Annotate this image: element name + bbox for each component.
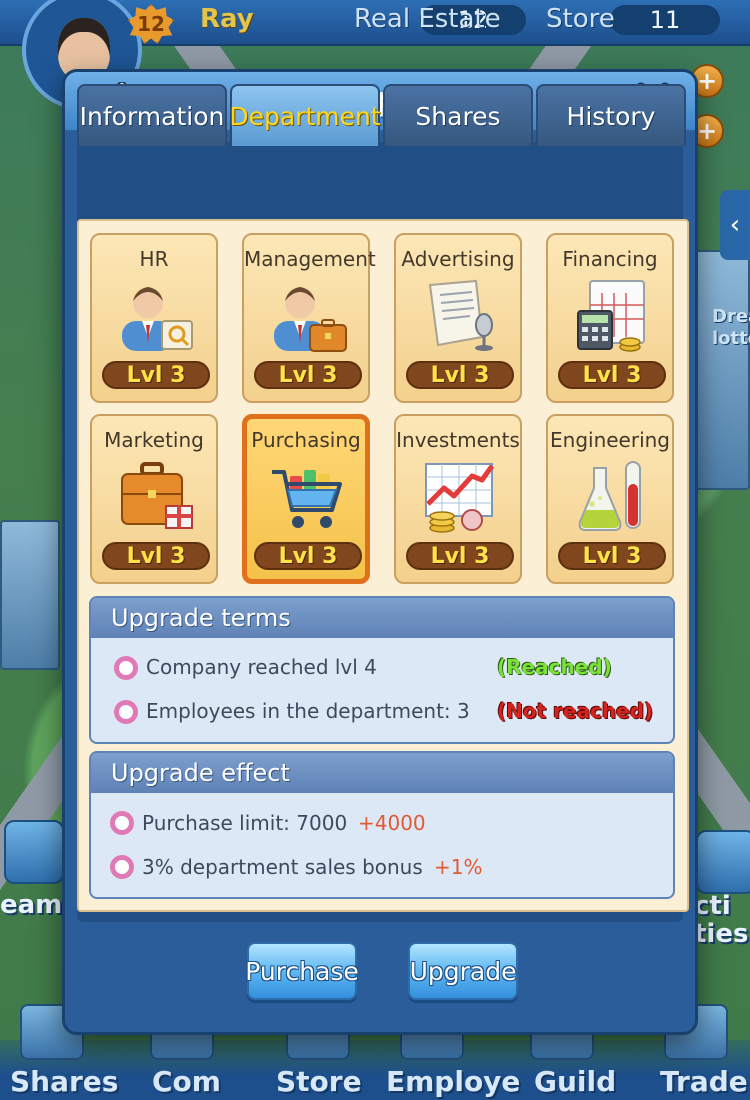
upgrade-term-text: Employees in the department: 3 bbox=[146, 699, 470, 723]
real-estate-label: Real Estate bbox=[354, 4, 501, 34]
upgrade-effect-text: 3% department sales bonus bbox=[142, 855, 423, 879]
purchase-button[interactable]: Purchase bbox=[245, 942, 359, 1000]
department-level: Lvl 3 bbox=[406, 361, 514, 389]
upgrade-effect-bonus: +4000 bbox=[358, 811, 426, 835]
upgrade-effect-text: Purchase limit: 7000 bbox=[142, 811, 348, 835]
department-card-marketing[interactable]: Marketing Lvl 3 bbox=[90, 414, 218, 584]
department-name: Engineering bbox=[550, 428, 670, 452]
department-name: Financing bbox=[562, 247, 658, 271]
scroll-microphone-icon bbox=[428, 279, 493, 351]
tab-shares[interactable]: Shares bbox=[383, 84, 533, 146]
background-building bbox=[690, 250, 750, 490]
right-side-feature-label: cti ties bbox=[694, 891, 749, 949]
department-level: Lvl 3 bbox=[558, 542, 666, 570]
left-side-feature-icon[interactable] bbox=[4, 820, 64, 884]
manager-briefcase-icon bbox=[274, 287, 347, 352]
calculator-calendar-icon bbox=[577, 280, 645, 352]
add-real-estate-button[interactable]: + bbox=[690, 64, 724, 98]
upgrade-button[interactable]: Upgrade bbox=[408, 942, 518, 1000]
department-card-hr[interactable]: HR Lvl 3 bbox=[90, 233, 218, 403]
department-card-purchasing[interactable]: Purchasing Lvl 3 bbox=[242, 414, 370, 584]
term-status-reached: (Reached) bbox=[497, 655, 612, 679]
nav-company[interactable]: Com bbox=[152, 1065, 221, 1098]
department-name: Purchasing bbox=[251, 428, 361, 452]
department-card-advertising[interactable]: Advertising Lvl 3 bbox=[394, 233, 522, 403]
department-level: Lvl 3 bbox=[406, 542, 514, 570]
chart-coins-icon bbox=[425, 463, 495, 533]
nav-guild[interactable]: Guild bbox=[534, 1065, 616, 1098]
upgrade-effect-bonus: +1% bbox=[434, 855, 483, 879]
player-name: Ray bbox=[200, 4, 254, 34]
department-level: Lvl 3 bbox=[102, 361, 210, 389]
briefcase-gift-icon bbox=[121, 462, 193, 529]
department-name: Advertising bbox=[401, 247, 515, 271]
bullet-icon bbox=[114, 700, 138, 724]
add-store-button[interactable]: + bbox=[690, 114, 724, 148]
upgrade-term-text: Company reached lvl 4 bbox=[146, 655, 377, 679]
term-status-not-reached: (Not reached) bbox=[497, 699, 654, 723]
store-count: 11 bbox=[610, 5, 720, 35]
tab-history[interactable]: History bbox=[536, 84, 686, 146]
department-level: Lvl 3 bbox=[254, 542, 362, 570]
department-level: Lvl 3 bbox=[254, 361, 362, 389]
left-side-feature-label: eam bbox=[0, 890, 63, 920]
side-panel-expand-button[interactable]: ‹ bbox=[720, 190, 750, 260]
tab-information[interactable]: Information bbox=[77, 84, 227, 146]
nav-employee[interactable]: Employe bbox=[386, 1065, 520, 1098]
department-level: Lvl 3 bbox=[102, 542, 210, 570]
bullet-icon bbox=[110, 811, 134, 835]
lab-flask-icon bbox=[578, 461, 641, 531]
department-card-engineering[interactable]: Engineering Lvl 3 bbox=[546, 414, 674, 584]
bullet-icon bbox=[114, 656, 138, 680]
department-level: Lvl 3 bbox=[558, 361, 666, 389]
nav-store[interactable]: Store bbox=[276, 1065, 362, 1098]
right-side-feature-icon[interactable] bbox=[696, 830, 750, 894]
nav-trade[interactable]: Trade bbox=[660, 1065, 748, 1098]
hr-person-icon bbox=[122, 287, 193, 351]
avatar-face-icon bbox=[58, 18, 110, 80]
department-card-management[interactable]: Management Lvl 3 bbox=[242, 233, 376, 403]
department-name: Investments bbox=[396, 428, 520, 452]
department-name: Management bbox=[244, 247, 376, 271]
nav-shares[interactable]: Shares bbox=[10, 1065, 118, 1098]
department-name: Marketing bbox=[104, 428, 204, 452]
store-label: Store bbox=[546, 4, 615, 34]
background-building bbox=[0, 520, 60, 670]
tab-department[interactable]: Department bbox=[229, 84, 381, 146]
department-name: HR bbox=[139, 247, 169, 271]
upgrade-effect-title: Upgrade effect bbox=[91, 753, 673, 793]
dream-lottery-label: Drea lotte bbox=[712, 306, 750, 349]
department-card-financing[interactable]: Financing Lvl 3 bbox=[546, 233, 674, 403]
shopping-cart-icon bbox=[272, 470, 342, 528]
bullet-icon bbox=[110, 855, 134, 879]
department-card-investments[interactable]: Investments Lvl 3 bbox=[394, 414, 522, 584]
upgrade-terms-title: Upgrade terms bbox=[91, 598, 673, 638]
